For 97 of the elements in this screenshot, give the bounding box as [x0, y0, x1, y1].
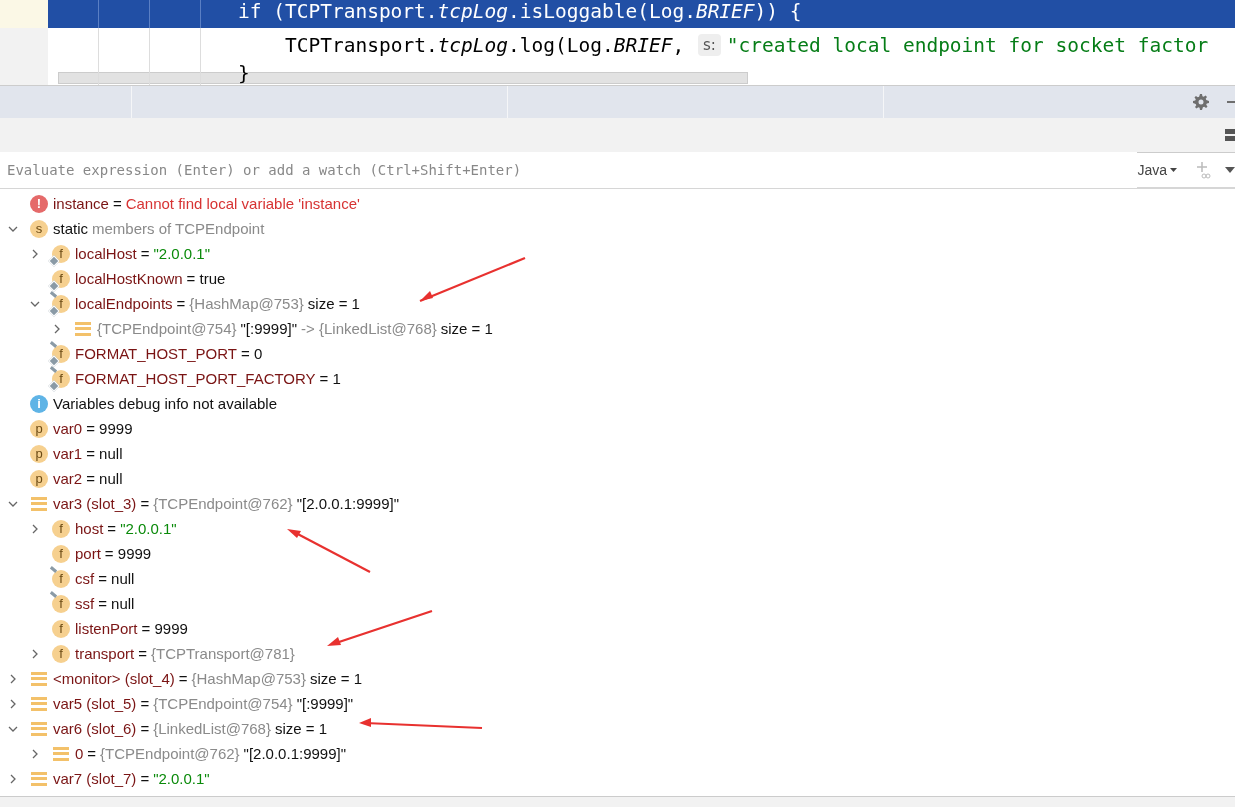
type-label: {HashMap@753}: [191, 670, 306, 687]
object-icon: [75, 321, 91, 336]
variable-name: ssf: [75, 595, 95, 612]
type-label: -> {LinkedList@768}: [301, 320, 437, 337]
variable-value: static: [53, 220, 88, 237]
variable-value: = 9999: [104, 545, 152, 562]
variable-value: "[2.0.0.1:9999]": [296, 495, 400, 512]
variable-value: size = 1: [440, 320, 493, 337]
variable-value: "[:9999]": [296, 695, 354, 712]
variable-value: = 0: [240, 345, 263, 362]
dropdown-caret-icon[interactable]: [1225, 167, 1235, 173]
layout-icon[interactable]: [1225, 129, 1235, 141]
variable-name: FORMAT_HOST_PORT: [75, 345, 237, 362]
type-label: {LinkedList@768}: [153, 720, 271, 737]
variable-name: FORMAT_HOST_PORT_FACTORY: [75, 370, 316, 387]
field-icon: f: [52, 644, 70, 663]
code-text: if (TCPTransport.tcpLog.isLoggable(Log.BRIEF)) {: [238, 0, 802, 23]
type-label: {TCPEndpoint@754}: [97, 320, 237, 337]
variable-value: = null: [98, 570, 135, 587]
variable-value: =: [140, 695, 150, 712]
error-message: Cannot find local variable 'instance': [125, 195, 360, 212]
settings-icon[interactable]: [1193, 94, 1209, 110]
variable-value: = null: [86, 445, 123, 462]
final-field-icon: f: [52, 594, 70, 613]
code-text: }: [238, 62, 250, 85]
final-field-icon: f: [52, 569, 70, 588]
variable-name: var1: [53, 445, 83, 462]
variable-name: var5 (slot_5): [53, 695, 137, 712]
evaluate-expression-field[interactable]: Evaluate expression (Enter) or add a watch (Ctrl+Shift+Enter): [0, 152, 1138, 188]
variable-value: =: [87, 745, 97, 762]
type-label: {TCPEndpoint@754}: [153, 695, 293, 712]
variable-name: 0: [75, 745, 84, 762]
field-icon: f: [52, 519, 70, 538]
variable-name: var3 (slot_3): [53, 495, 137, 512]
variable-value: =: [107, 520, 117, 537]
info-icon: i: [30, 394, 48, 413]
variable-name: var0: [53, 420, 83, 437]
variable-name: transport: [75, 645, 135, 662]
parameter-icon: p: [30, 419, 48, 438]
string-value: "2.0.0.1": [153, 245, 210, 262]
string-value: "2.0.0.1": [153, 770, 210, 787]
variable-value: = 1: [319, 370, 341, 387]
type-label: members of TCPEndpoint: [92, 220, 265, 237]
variable-name: port: [75, 545, 101, 562]
variable-value: =: [140, 720, 150, 737]
variable-name: <monitor> (slot_4): [53, 670, 175, 687]
string-literal: "created local endpoint for socket factor: [726, 33, 1209, 57]
object-icon: [31, 496, 47, 511]
code-text: TCPTransport.tcpLog.log(Log.BRIEF,: [285, 33, 686, 57]
caret-icon: [1170, 168, 1177, 172]
variable-value: =: [176, 295, 186, 312]
variable-value: size = 1: [307, 295, 360, 312]
parameter-icon: p: [30, 444, 48, 463]
variable-name: var6 (slot_6): [53, 720, 137, 737]
variable-value: Variables debug info not available: [53, 395, 278, 412]
variable-value: =: [140, 245, 150, 262]
variable-value: = 9999: [86, 420, 133, 437]
editor-gutter: [0, 0, 48, 28]
variable-value: "[2.0.0.1:9999]": [243, 745, 346, 762]
variable-value: =: [140, 770, 150, 787]
variable-name: var2: [53, 470, 83, 487]
variable-value: = null: [98, 595, 135, 612]
type-label: {TCPEndpoint@762}: [100, 745, 240, 762]
variable-value: =: [178, 670, 188, 687]
object-icon: [31, 771, 47, 786]
object-icon: [31, 696, 47, 711]
field-icon: f: [52, 619, 70, 638]
type-label: {TCPTransport@781}: [150, 645, 295, 662]
string-value: "2.0.0.1": [120, 520, 177, 537]
type-label: {TCPEndpoint@762}: [153, 495, 293, 512]
object-icon: [53, 746, 69, 761]
variable-value: "[:9999]": [240, 320, 298, 337]
type-label: {HashMap@753}: [189, 295, 304, 312]
object-icon: [31, 721, 47, 736]
variable-value: =: [138, 645, 147, 662]
variable-name: localHostKnown: [75, 270, 183, 287]
variable-name: host: [75, 520, 104, 537]
variable-value: size = 1: [274, 720, 328, 737]
variable-value: =: [140, 495, 150, 512]
parameter-icon: p: [30, 469, 48, 488]
variable-value: size = 1: [310, 670, 363, 687]
variable-name: localHost: [75, 245, 137, 262]
variable-name: csf: [75, 570, 95, 587]
error-icon: !: [30, 194, 48, 213]
parameter-hint: s:: [697, 34, 721, 56]
field-icon: f: [52, 544, 70, 563]
variable-name: instance: [53, 195, 109, 212]
static-icon: s: [30, 219, 48, 238]
variable-name: var7 (slot_7): [53, 770, 137, 787]
variable-name: listenPort: [75, 620, 138, 637]
variable-name: localEndpoints: [75, 295, 173, 312]
variable-value: =: [112, 195, 122, 212]
language-dropdown[interactable]: Java: [1137, 162, 1177, 178]
variable-value: = 9999: [141, 620, 188, 637]
object-icon: [31, 671, 47, 686]
variable-value: = null: [86, 470, 123, 487]
variable-value: = true: [186, 270, 226, 287]
